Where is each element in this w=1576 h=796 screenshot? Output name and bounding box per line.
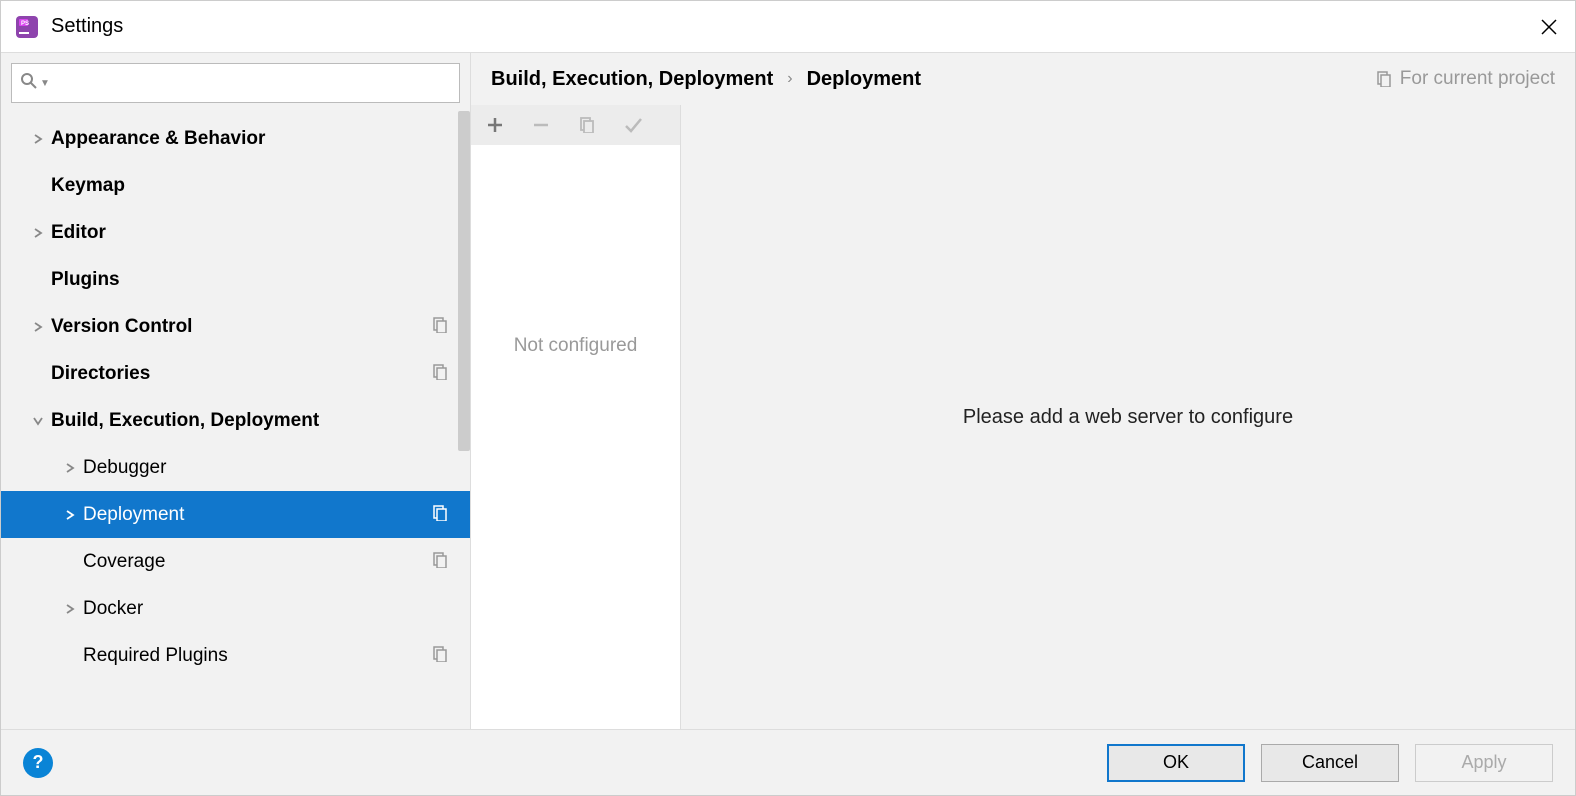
tree-item-plugins[interactable]: Plugins	[1, 256, 470, 303]
check-icon	[623, 115, 643, 135]
detail-panel: Please add a web server to configure	[681, 105, 1575, 729]
tree-item-label: Debugger	[83, 457, 450, 479]
tree-item-label: Plugins	[51, 269, 450, 291]
project-scope-icon	[432, 552, 450, 572]
tree-item-label: Coverage	[83, 551, 432, 573]
chevron-down-icon	[25, 416, 51, 426]
tree-item-directories[interactable]: Directories	[1, 350, 470, 397]
chevron-right-icon: ›	[787, 70, 792, 88]
server-list-empty-text: Not configured	[514, 335, 638, 357]
tree-item-required-plugins[interactable]: Required Plugins	[1, 632, 470, 679]
server-list: Not configured	[471, 145, 680, 729]
close-button[interactable]	[1535, 13, 1563, 41]
tree-item-keymap[interactable]: Keymap	[1, 162, 470, 209]
help-icon: ?	[33, 752, 44, 773]
ok-button[interactable]: OK	[1107, 744, 1245, 782]
app-icon: PS	[13, 13, 41, 41]
copy-icon	[579, 117, 595, 133]
tree-item-coverage[interactable]: Coverage	[1, 538, 470, 585]
chevron-right-icon	[25, 322, 51, 332]
breadcrumb: Build, Execution, Deployment › Deploymen…	[491, 68, 1376, 91]
window-title: Settings	[51, 15, 1535, 38]
tree-item-debugger[interactable]: Debugger	[1, 444, 470, 491]
add-server-button[interactable]	[485, 116, 505, 134]
chevron-right-icon	[25, 134, 51, 144]
content-panel: Build, Execution, Deployment › Deploymen…	[471, 53, 1575, 729]
sidebar-scrollbar[interactable]	[458, 111, 470, 451]
tree-item-label: Version Control	[51, 316, 432, 338]
server-panel: Not configured	[471, 105, 681, 729]
tree-item-label: Build, Execution, Deployment	[51, 410, 450, 432]
chevron-right-icon	[57, 463, 83, 473]
project-scope-icon	[1376, 71, 1392, 87]
tree-item-editor[interactable]: Editor	[1, 209, 470, 256]
breadcrumb-current: Deployment	[807, 68, 921, 91]
tree-item-docker[interactable]: Docker	[1, 585, 470, 632]
minus-icon	[532, 116, 550, 134]
chevron-right-icon	[57, 604, 83, 614]
chevron-right-icon	[57, 510, 83, 520]
tree-item-label: Deployment	[83, 504, 432, 526]
scope-label: For current project	[1376, 68, 1555, 90]
project-scope-icon	[432, 317, 450, 337]
set-default-button	[623, 115, 643, 135]
search-dropdown-icon[interactable]: ▼	[40, 78, 50, 89]
tree-item-build-execution-deployment[interactable]: Build, Execution, Deployment	[1, 397, 470, 444]
remove-server-button	[531, 116, 551, 134]
search-icon	[20, 72, 38, 95]
chevron-right-icon	[25, 228, 51, 238]
apply-button: Apply	[1415, 744, 1553, 782]
tree-item-label: Editor	[51, 222, 450, 244]
titlebar: PS Settings	[1, 1, 1575, 53]
content-header: Build, Execution, Deployment › Deploymen…	[471, 53, 1575, 105]
detail-empty-text: Please add a web server to configure	[963, 406, 1293, 429]
tree-item-label: Directories	[51, 363, 432, 385]
project-scope-icon	[432, 505, 450, 525]
search-input[interactable]	[56, 75, 451, 92]
help-button[interactable]: ?	[23, 748, 53, 778]
tree-item-deployment[interactable]: Deployment	[1, 491, 470, 538]
project-scope-icon	[432, 364, 450, 384]
search-box[interactable]: ▼	[11, 63, 460, 103]
footer: ? OK Cancel Apply	[1, 729, 1575, 795]
cancel-button[interactable]: Cancel	[1261, 744, 1399, 782]
tree-item-appearance-behavior[interactable]: Appearance & Behavior	[1, 115, 470, 162]
tree-item-label: Docker	[83, 598, 450, 620]
settings-tree: Appearance & Behavior Keymap Editor Plugins…	[1, 109, 470, 729]
breadcrumb-parent[interactable]: Build, Execution, Deployment	[491, 68, 773, 91]
sidebar: ▼ Appearance & Behavior Keymap Editor Plugi…	[1, 53, 471, 729]
project-scope-icon	[432, 646, 450, 666]
svg-text:PS: PS	[21, 21, 29, 27]
server-toolbar	[471, 105, 680, 145]
plus-icon	[486, 116, 504, 134]
tree-item-label: Keymap	[51, 175, 450, 197]
copy-server-button	[577, 117, 597, 133]
tree-item-version-control[interactable]: Version Control	[1, 303, 470, 350]
content-body: Not configured Please add a web server t…	[471, 105, 1575, 729]
tree-item-label: Appearance & Behavior	[51, 128, 450, 150]
close-icon	[1540, 18, 1558, 36]
main-area: ▼ Appearance & Behavior Keymap Editor Plugi…	[1, 53, 1575, 729]
tree-item-label: Required Plugins	[83, 645, 432, 667]
